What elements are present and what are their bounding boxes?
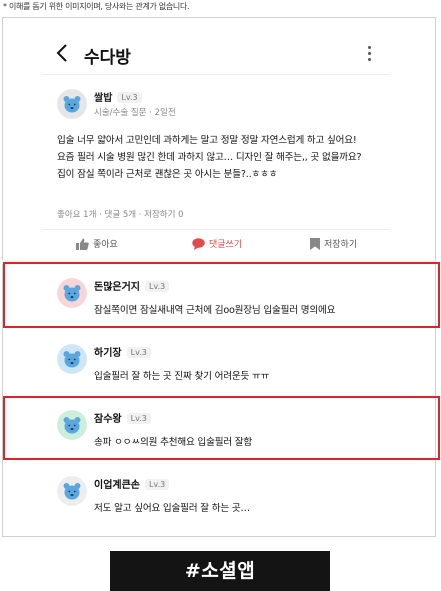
comment-item[interactable]: 이업계큰손 Lv.3 저도 알고 싶어요 입술필러 잘 하는 곳…	[42, 460, 390, 526]
bookmark-icon	[310, 238, 320, 250]
disclaimer: * 이해를 돕기 위한 이미지이며, 당사와는 관계가 없습니다.	[3, 2, 190, 11]
commenter-name: 하기장 Lv.3	[94, 344, 151, 359]
write-comment-button[interactable]: 댓글쓰기	[192, 237, 242, 250]
hashtag-banner: #소셜앱	[110, 551, 330, 591]
comment-label: 댓글쓰기	[209, 240, 243, 250]
level-badge: Lv.3	[117, 92, 142, 103]
top-bar: 수다방	[42, 38, 390, 72]
save-button[interactable]: 저장하기	[310, 237, 357, 250]
author-name[interactable]: 쌀밥 Lv.3	[94, 89, 142, 104]
level-badge: Lv.3	[145, 479, 170, 490]
commenter-name: 이업계큰손 Lv.3	[94, 476, 170, 491]
action-bar: 좋아요 댓글쓰기 저장하기	[42, 233, 390, 259]
post-body: 입술 너무 얇아서 고민인데 과하게는 말고 정말 정말 자연스럽게 하고 싶어…	[57, 132, 393, 183]
comment-item[interactable]: 하기장 Lv.3 입술필러 잘 하는 곳 진짜 찾기 어려운듯 ㅠㅠ	[42, 328, 390, 394]
author-avatar	[57, 89, 87, 119]
post-stats: 좋아요 1개 · 댓글 5개 · 저장하기 0	[57, 210, 184, 220]
like-label: 좋아요	[93, 240, 118, 250]
page-title: 수다방	[84, 48, 131, 68]
commenter-name-text: 이업계큰손	[94, 480, 140, 491]
author-name-text: 쌀밥	[94, 93, 113, 104]
speech-bubble-icon	[192, 238, 205, 250]
divider	[42, 229, 390, 230]
highlight-box	[3, 396, 440, 460]
post-meta: 시술/수술 질문 · 2일전	[94, 108, 176, 118]
save-label: 저장하기	[324, 240, 358, 250]
post-line: 입술 너무 얇아서 고민인데 과하게는 말고 정말 정말 자연스럽게 하고 싶어…	[57, 135, 357, 146]
commenter-name-text: 하기장	[94, 348, 122, 359]
comment-text: 저도 알고 싶어요 입술필러 잘 하는 곳…	[94, 503, 250, 514]
commenter-avatar	[57, 344, 87, 374]
divider	[42, 74, 390, 75]
post-line: 집이 잠실 쪽이라 근처로 괜찮은 곳 아시는 분들?..ㅎㅎㅎ	[57, 169, 278, 180]
highlight-box	[3, 262, 440, 328]
comment-text: 입술필러 잘 하는 곳 진짜 찾기 어려운듯 ㅠㅠ	[94, 371, 270, 382]
thumbs-up-icon	[76, 238, 89, 250]
more-options-icon[interactable]	[368, 46, 372, 64]
post-line: 요즘 필러 시술 병원 많긴 한데 과하지 않고… 디자인 잘 해주는,, 곳 …	[57, 152, 362, 163]
like-button[interactable]: 좋아요	[76, 237, 118, 250]
back-arrow-icon[interactable]	[56, 43, 68, 63]
commenter-avatar	[57, 476, 87, 506]
level-badge: Lv.3	[126, 347, 151, 358]
